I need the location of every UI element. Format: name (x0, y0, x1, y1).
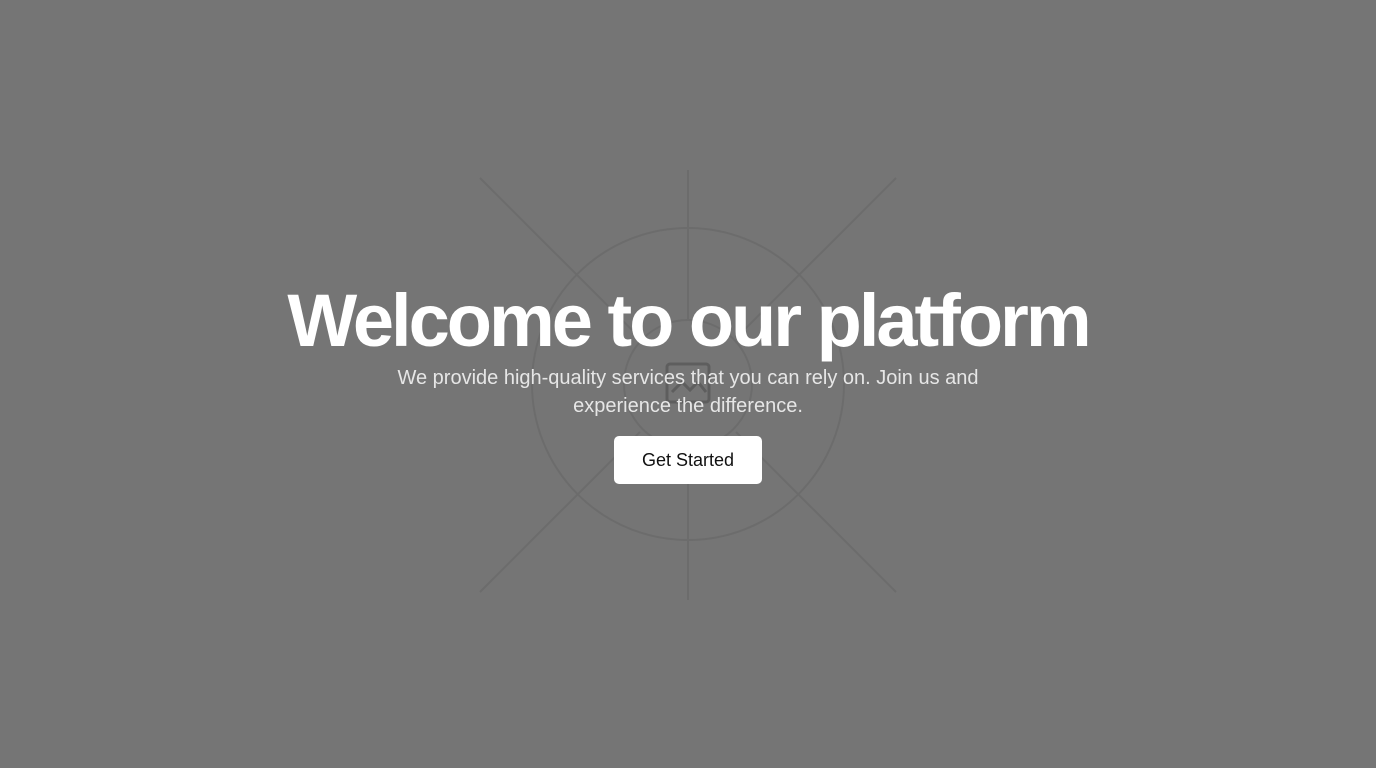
get-started-button[interactable]: Get Started (614, 436, 762, 484)
hero-title: Welcome to our platform (287, 279, 1091, 362)
hero-section: Welcome to our platform We provide high-… (0, 0, 1376, 768)
hero-subtitle: We provide high-quality services that yo… (397, 367, 979, 417)
